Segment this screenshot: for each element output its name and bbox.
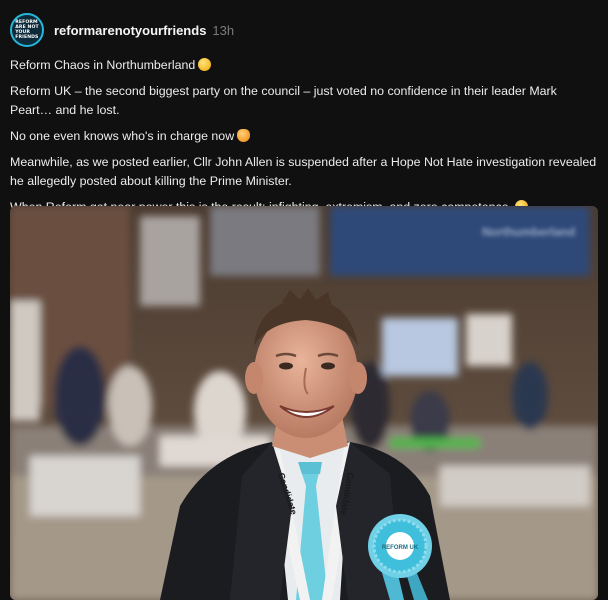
count-hall-photo: Northumberland Candidate Candidate REFOR… [10, 206, 598, 600]
avatar[interactable]: REFORM ARE NOT YOUR FRIENDS [10, 13, 44, 47]
rosette-text: REFORM UK [382, 545, 419, 551]
social-post: REFORM ARE NOT YOUR FRIENDS reformarenot… [0, 0, 608, 600]
paragraph-text: No one even knows who's in charge now [10, 129, 235, 143]
post-photo[interactable]: Northumberland Candidate Candidate REFOR… [10, 206, 598, 600]
username[interactable]: reformarenotyourfriends [54, 23, 206, 38]
avatar-logo-text: REFORM ARE NOT YOUR FRIENDS [15, 20, 39, 40]
banner-text: Northumberland [482, 225, 575, 239]
grimacing-face-emoji-icon [198, 58, 212, 71]
post-header: REFORM ARE NOT YOUR FRIENDS reformarenot… [10, 12, 598, 48]
post-paragraph-1: Reform Chaos in Northumberland [10, 56, 598, 75]
post-body: Reform Chaos in Northumberland Reform UK… [10, 56, 598, 217]
person-shrugging-emoji-icon [237, 129, 251, 142]
post-paragraph-2: Reform UK – the second biggest party on … [10, 84, 557, 117]
post-paragraph-4: Meanwhile, as we posted earlier, Cllr Jo… [10, 155, 597, 188]
timestamp: 13h [212, 22, 235, 38]
post-paragraph-3: No one even knows who's in charge now [10, 127, 598, 146]
paragraph-text: Reform Chaos in Northumberland [10, 58, 196, 72]
